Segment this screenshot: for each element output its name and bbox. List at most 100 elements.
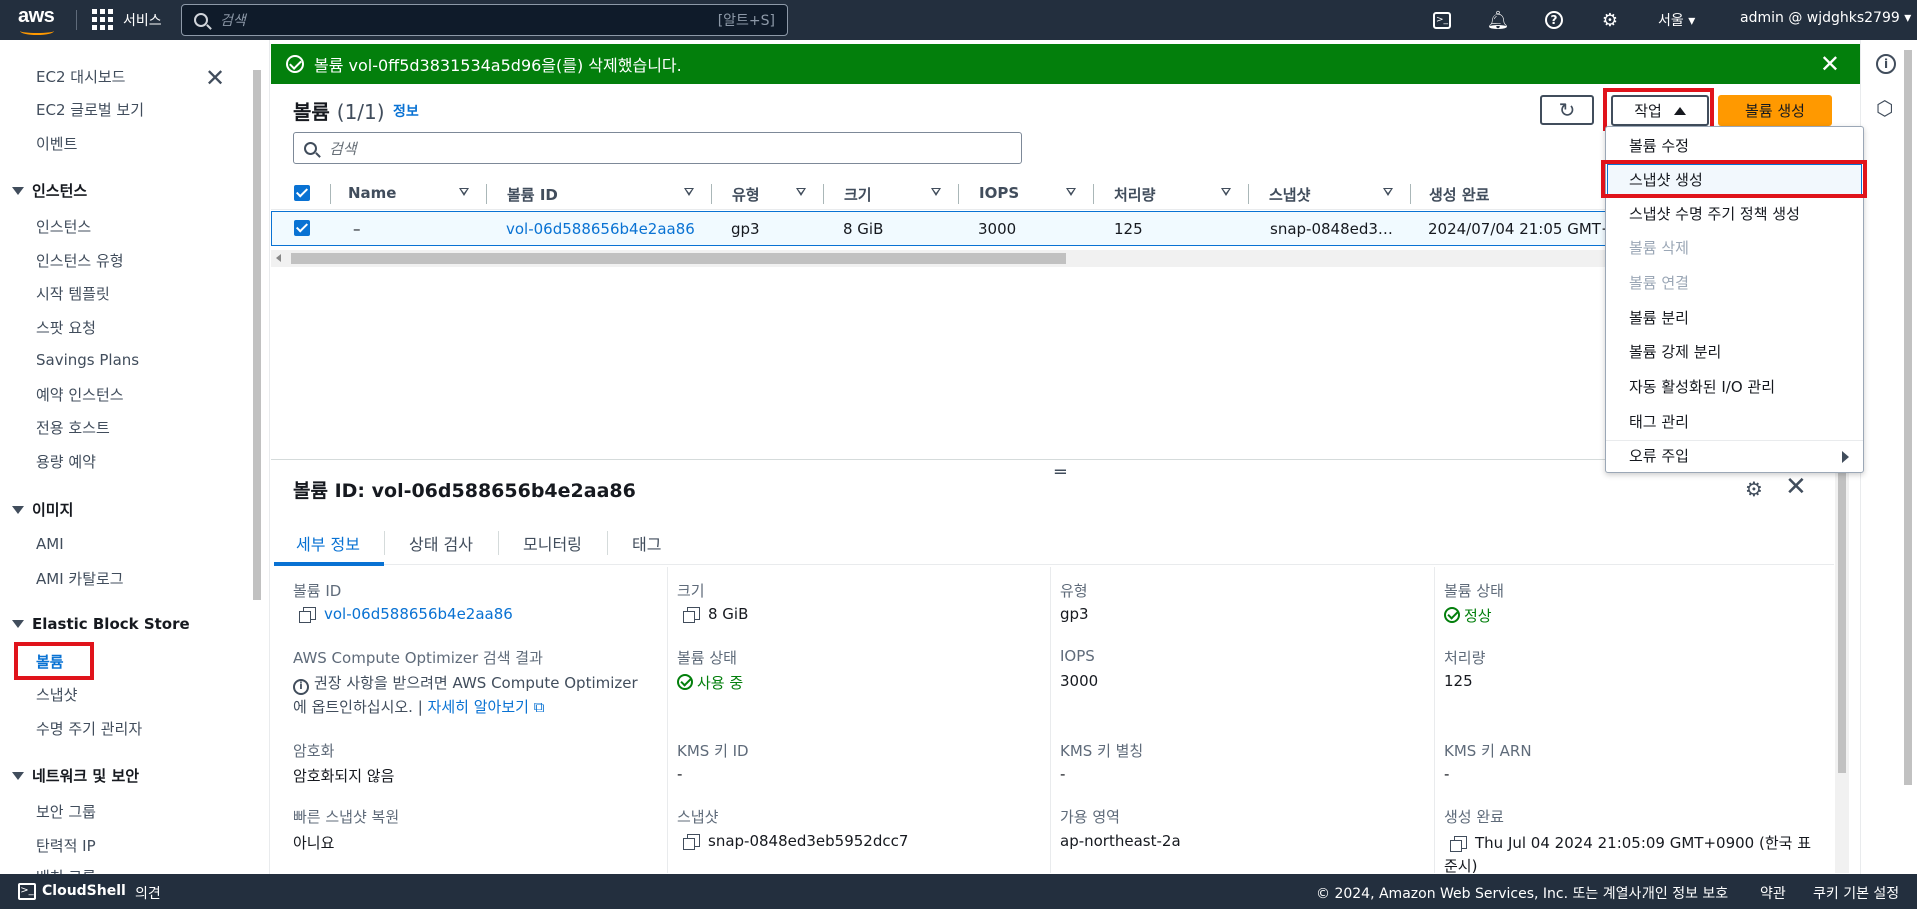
region-selector[interactable]: 서울 ▾ (1658, 10, 1695, 30)
sidebar-item-ec2-dashboard[interactable]: EC2 대시보드 (36, 66, 125, 87)
copy-icon[interactable] (1450, 836, 1467, 852)
info-link[interactable]: 정보 (393, 101, 419, 121)
volume-search-input[interactable]: 검색 (293, 132, 1022, 164)
tab-tags[interactable]: 태그 (632, 531, 661, 555)
search-placeholder: 검색 (220, 13, 246, 29)
menu-item-create-snapshot-lifecycle-policy[interactable]: 스냅샷 수명 주기 정책 생성 (1629, 203, 1800, 224)
feedback-link[interactable]: 의견 (135, 883, 161, 903)
column-header-throughput[interactable]: 처리량 (1114, 184, 1155, 205)
sidebar-item-launch-templates[interactable]: 시작 템플릿 (36, 283, 110, 304)
menu-item-force-detach-volume[interactable]: 볼륨 강제 분리 (1629, 341, 1721, 362)
column-header-size[interactable]: 크기 (844, 184, 872, 205)
copy-icon[interactable] (299, 607, 316, 623)
details-tabs: 세부 정보 상태 검사 모니터링 태그 (274, 521, 1834, 566)
sidebar-item-security-groups[interactable]: 보안 그룹 (36, 801, 96, 822)
sort-icon[interactable] (1383, 188, 1393, 196)
menu-item-fault-injection[interactable]: 오류 주입 (1629, 445, 1689, 466)
field-label: KMS 키 별칭 (1060, 742, 1144, 760)
sidebar-item-lifecycle-manager[interactable]: 수명 주기 관리자 (36, 718, 142, 739)
sidebar-section-instances[interactable]: 인스턴스 (12, 180, 87, 201)
sidebar-section-ebs[interactable]: Elastic Block Store (12, 615, 190, 633)
column-header-iops[interactable]: IOPS (979, 184, 1019, 202)
sidebar-item-elastic-ips[interactable]: 탄력적 IP (36, 835, 96, 856)
sidebar-item-savings-plans[interactable]: Savings Plans (36, 351, 139, 369)
close-icon[interactable]: ✕ (205, 64, 225, 92)
sidebar-section-images[interactable]: 이미지 (12, 499, 73, 520)
resize-handle-icon[interactable]: ═ (1055, 462, 1066, 483)
sort-icon[interactable] (796, 188, 806, 196)
sort-icon[interactable] (1221, 188, 1231, 196)
column-header-name[interactable]: Name (348, 184, 396, 202)
page-scrollbar[interactable] (1901, 50, 1915, 870)
menu-item-manage-auto-enabled-io[interactable]: 자동 활성화된 I/O 관리 (1629, 376, 1775, 397)
settings-gear-icon[interactable]: ⚙ (1745, 477, 1763, 501)
column-header-snapshot[interactable]: 스냅샷 (1269, 184, 1310, 205)
field-throughput: 125 (1444, 672, 1473, 690)
sort-icon[interactable] (459, 188, 469, 196)
sidebar-scrollbar[interactable] (250, 50, 264, 870)
account-menu[interactable]: admin @ wjdghks2799 ▾ (1740, 10, 1911, 26)
sidebar-item-global-view[interactable]: EC2 글로벌 보기 (36, 99, 144, 120)
aws-logo[interactable]: aws (18, 5, 58, 35)
info-panel-icon[interactable]: i (1876, 54, 1896, 74)
close-icon[interactable]: ✕ (1820, 50, 1840, 78)
field-created-2: 준시) (1444, 857, 1478, 875)
sidebar-item-ami[interactable]: AMI (36, 535, 64, 553)
details-scrollbar[interactable] (1835, 458, 1849, 873)
menu-item-detach-volume[interactable]: 볼륨 분리 (1629, 307, 1689, 328)
tab-monitoring[interactable]: 모니터링 (523, 531, 582, 555)
tab-details[interactable]: 세부 정보 (296, 531, 360, 555)
row-checkbox[interactable] (294, 220, 310, 236)
copy-icon[interactable] (683, 834, 700, 850)
refresh-button[interactable]: ↻ (1540, 95, 1594, 125)
table-row[interactable]: – vol-06d588656b4e2aa86 gp3 8 GiB 3000 1… (271, 211, 1621, 246)
field-label: 빠른 스냅샷 복원 (293, 808, 400, 826)
cloudshell-icon[interactable]: >_ (1430, 8, 1454, 32)
column-header-type[interactable]: 유형 (732, 184, 760, 205)
close-icon[interactable]: ✕ (1785, 472, 1807, 502)
section-title: 네트워크 및 보안 (32, 767, 140, 785)
sidebar-item-spot-requests[interactable]: 스팟 요청 (36, 317, 96, 338)
tab-status-checks[interactable]: 상태 검사 (409, 531, 473, 555)
sidebar-item-reserved-instances[interactable]: 예약 인스턴스 (36, 384, 124, 405)
menu-item-modify-volume[interactable]: 볼륨 수정 (1629, 135, 1689, 156)
tools-icon[interactable]: ⬡ (1876, 96, 1893, 120)
select-all-checkbox[interactable] (294, 185, 310, 201)
sort-icon[interactable] (1066, 188, 1076, 196)
external-link-icon[interactable]: ⧉ (534, 698, 545, 716)
menu-item-manage-tags[interactable]: 태그 관리 (1629, 411, 1689, 432)
settings-gear-icon[interactable]: ⚙ (1598, 8, 1622, 32)
sidebar-item-events[interactable]: 이벤트 (36, 133, 77, 154)
cloudshell-icon[interactable]: >_ (18, 883, 36, 900)
sort-icon[interactable] (684, 188, 694, 196)
services-menu[interactable]: 서비스 (92, 9, 162, 30)
menu-item-attach-volume: 볼륨 연결 (1629, 274, 1689, 292)
column-header-volume-id[interactable]: 볼륨 ID (507, 184, 558, 205)
sidebar-item-capacity-reservations[interactable]: 용량 예약 (36, 451, 96, 472)
global-search-input[interactable]: 검색 [알트+S] (181, 4, 788, 36)
details-title: 볼륨 ID: vol-06d588656b4e2aa86 (293, 480, 636, 502)
field-optimizer-text: i 권장 사항을 받으려면 AWS Compute Optimizer (293, 672, 638, 695)
sidebar-item-instance-types[interactable]: 인스턴스 유형 (36, 250, 124, 271)
notification-bell-icon[interactable]: 🔔︎ (1486, 8, 1510, 32)
sort-icon[interactable] (931, 188, 941, 196)
sidebar-item-dedicated-hosts[interactable]: 전용 호스트 (36, 417, 110, 438)
learn-more-link[interactable]: 자세히 알아보기 (428, 698, 529, 716)
privacy-link[interactable]: 개인 정보 보호 (1642, 883, 1728, 903)
volume-id-link[interactable]: vol-06d588656b4e2aa86 (324, 605, 513, 623)
sidebar-section-network-security[interactable]: 네트워크 및 보안 (12, 765, 139, 786)
cloudshell-link[interactable]: CloudShell (42, 883, 126, 899)
cell-volume-id-link[interactable]: vol-06d588656b4e2aa86 (506, 220, 695, 238)
cookie-preferences-link[interactable]: 쿠키 기본 설정 (1813, 883, 1899, 903)
create-volume-button[interactable]: 볼륨 생성 (1718, 95, 1832, 126)
column-header-created[interactable]: 생성 완료 (1429, 184, 1489, 205)
field-volume-status: 정상 (1444, 605, 1492, 626)
sidebar-item-placement-groups[interactable]: 배치 그룹 (36, 866, 96, 874)
terms-link[interactable]: 약관 (1760, 883, 1786, 903)
sidebar-item-ami-catalog[interactable]: AMI 카탈로그 (36, 568, 124, 589)
sidebar-item-instances[interactable]: 인스턴스 (36, 216, 91, 237)
table-horizontal-scrollbar[interactable] (271, 250, 1621, 267)
help-icon[interactable]: ? (1542, 8, 1566, 32)
sidebar-item-snapshots[interactable]: 스냅샷 (36, 684, 77, 705)
copy-icon[interactable] (683, 607, 700, 623)
